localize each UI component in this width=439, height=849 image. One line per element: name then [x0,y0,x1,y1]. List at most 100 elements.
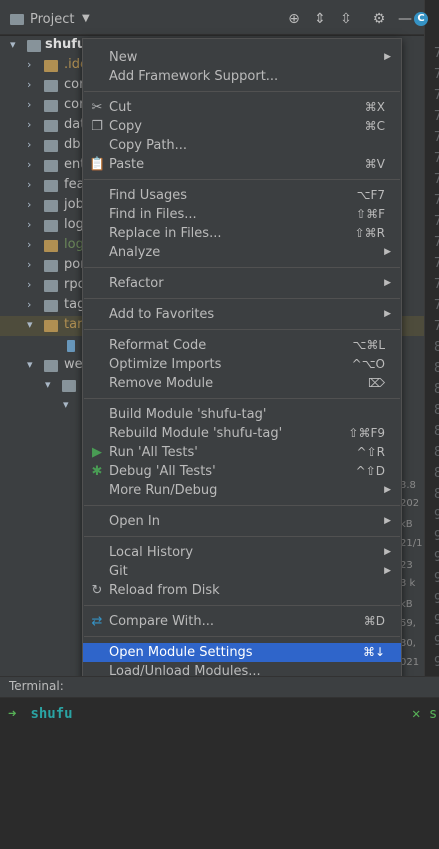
gutter-line-number: 8 [434,382,439,397]
menu-item-label: Local History [109,545,194,560]
collapse-all-icon[interactable]: ⇳ [338,11,354,27]
gutter-line-number: 7 [434,67,439,82]
submenu-arrow-icon: ▶ [384,566,391,576]
file-size-label: 202 [400,498,420,509]
chevron-right-icon[interactable]: › [27,238,31,251]
menu-separator [84,329,400,330]
folder-icon [44,240,58,252]
menu-item-copy-path[interactable]: Copy Path... [83,136,401,155]
class-icon: C [414,12,428,26]
chevron-right-icon[interactable]: › [27,158,31,171]
menu-separator [84,267,400,268]
menu-item-add-framework-support[interactable]: Add Framework Support... [83,67,401,86]
menu-item-reload-from-disk[interactable]: ↻ Reload from Disk [83,581,401,600]
project-view-title[interactable]: Project [30,12,74,27]
menu-item-optimize-imports[interactable]: Optimize Imports ^⌥O [83,355,401,374]
gutter-line-number: 7 [434,88,439,103]
menu-item-open-module-settings[interactable]: Open Module Settings ⌘↓ [83,643,401,662]
menu-item-label: Compare With... [109,614,215,629]
menu-separator [84,636,400,637]
menu-item-local-history[interactable]: Local History ▶ [83,543,401,562]
menu-item-rebuild-module-shufu-tag[interactable]: Rebuild Module 'shufu-tag' ⇧⌘F9 [83,424,401,443]
menu-item-replace-in-files[interactable]: Replace in Files... ⇧⌘R [83,224,401,243]
chevron-right-icon[interactable]: › [27,218,31,231]
menu-item-open-in[interactable]: Open In ▶ [83,512,401,531]
chevron-down-icon[interactable]: ▾ [10,38,16,51]
terminal-tab-bar: Terminal: [0,676,439,698]
menu-item-debug-all-tests[interactable]: ✱ Debug 'All Tests' ^⇧D [83,462,401,481]
folder-icon [44,220,58,232]
menu-item-paste[interactable]: 📋 Paste ⌘V [83,155,401,174]
menu-item-shortcut: ⌦ [368,376,385,390]
menu-item-shortcut: ⌘D [363,614,385,628]
chevron-down-icon[interactable]: ▾ [27,358,33,371]
gear-icon[interactable]: ⚙ [371,11,387,27]
menu-separator [84,536,400,537]
menu-item-shortcut: ^⌥O [351,357,385,371]
chevron-down-icon[interactable]: ▼ [82,13,90,24]
menu-item-find-in-files[interactable]: Find in Files... ⇧⌘F [83,205,401,224]
chevron-right-icon[interactable]: › [27,198,31,211]
menu-item-find-usages[interactable]: Find Usages ⌥F7 [83,186,401,205]
folder-icon [44,360,58,372]
menu-item-shortcut: ⌥F7 [356,188,385,202]
chevron-down-icon[interactable]: ▾ [27,318,33,331]
menu-item-shortcut: ⌘V [364,157,385,171]
tree-item-label: log [64,237,84,252]
menu-item-run-all-tests[interactable]: ▶ Run 'All Tests' ^⇧R [83,443,401,462]
gutter-line-number: 7 [434,151,439,166]
reload-icon: ↻ [91,583,103,598]
menu-item-label: Replace in Files... [109,226,222,241]
chevron-down-icon[interactable]: ▾ [45,378,51,391]
chevron-right-icon[interactable]: › [27,98,31,111]
terminal-directory: shufu [30,706,73,722]
menu-item-label: Add to Favorites [109,307,215,322]
paste-icon: 📋 [89,157,106,172]
locate-icon[interactable]: ⊕ [286,11,302,27]
file-size-label: 59, [400,618,416,629]
chevron-right-icon[interactable]: › [27,118,31,131]
menu-item-label: Add Framework Support... [109,69,279,84]
terminal-title[interactable]: Terminal: [9,679,64,693]
menu-separator [84,179,400,180]
menu-item-compare-with[interactable]: ⇄ Compare With... ⌘D [83,612,401,631]
gutter-line-number: 7 [434,319,439,334]
menu-item-new[interactable]: New ▶ [83,48,401,67]
menu-item-build-module-shufu-tag[interactable]: Build Module 'shufu-tag' [83,405,401,424]
chevron-right-icon[interactable]: › [27,178,31,191]
compare-icon: ⇄ [91,614,103,629]
folder-icon [44,320,58,332]
project-folder-icon [10,14,24,25]
file-size-label: 3.8 [400,480,416,491]
chevron-right-icon[interactable]: › [27,278,31,291]
expand-all-icon[interactable]: ⇕ [312,11,328,27]
folder-icon [44,280,58,292]
chevron-right-icon[interactable]: › [27,58,31,71]
menu-item-label: Open Module Settings [109,645,253,660]
menu-item-label: Refactor [109,276,164,291]
terminal-prompt-line[interactable]: ➜ shufu [8,706,73,722]
chevron-right-icon[interactable]: › [27,258,31,271]
menu-item-copy[interactable]: ❐ Copy ⌘C [83,117,401,136]
menu-item-reformat-code[interactable]: Reformat Code ⌥⌘L [83,336,401,355]
file-size-label: 21/1 [400,538,423,549]
tree-item-label: tar [64,317,83,332]
menu-item-refactor[interactable]: Refactor ▶ [83,274,401,293]
menu-item-label: Reload from Disk [109,583,220,598]
menu-item-cut[interactable]: ✂ Cut ⌘X [83,98,401,117]
menu-item-analyze[interactable]: Analyze ▶ [83,243,401,262]
hide-icon[interactable]: — [397,11,413,27]
terminal-panel: Terminal: ➜ shufu ✕ s [0,676,439,849]
submenu-arrow-icon: ▶ [384,516,391,526]
chevron-right-icon[interactable]: › [27,138,31,151]
chevron-right-icon[interactable]: › [27,298,31,311]
chevron-right-icon[interactable]: › [27,78,31,91]
menu-item-add-to-favorites[interactable]: Add to Favorites ▶ [83,305,401,324]
folder-icon [44,200,58,212]
gutter-line-number: 9 [434,592,439,607]
chevron-down-icon[interactable]: ▾ [63,398,69,411]
menu-separator [84,605,400,606]
menu-item-more-run-debug[interactable]: More Run/Debug ▶ [83,481,401,500]
menu-item-git[interactable]: Git ▶ [83,562,401,581]
menu-item-remove-module[interactable]: Remove Module ⌦ [83,374,401,393]
